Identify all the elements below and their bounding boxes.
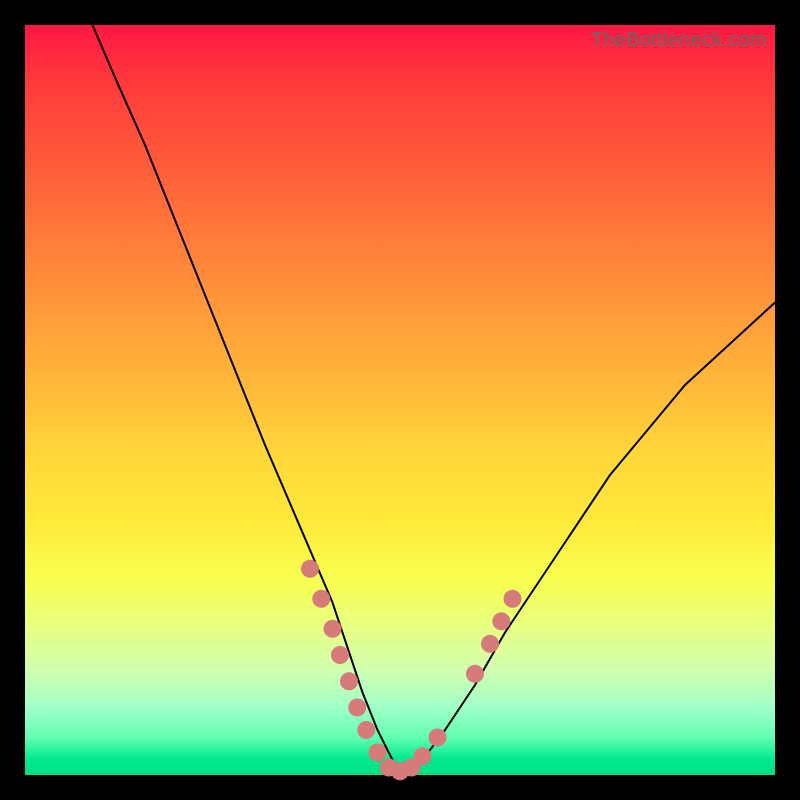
data-dot	[481, 635, 499, 653]
data-dot	[429, 729, 447, 747]
data-dot	[414, 747, 432, 765]
data-dot	[340, 672, 358, 690]
data-dot	[504, 590, 522, 608]
watermark-label: TheBottleneck.com	[591, 29, 767, 52]
data-dot	[312, 590, 330, 608]
data-dot	[324, 620, 342, 638]
data-dot	[357, 721, 375, 739]
data-dot	[331, 646, 349, 664]
plot-area: TheBottleneck.com	[25, 25, 775, 775]
data-dot	[301, 560, 319, 578]
data-dot	[348, 699, 366, 717]
data-dot	[369, 744, 387, 762]
data-dots-group	[301, 560, 522, 781]
data-dot	[492, 612, 510, 630]
bottleneck-curve	[93, 25, 776, 775]
chart-svg	[25, 25, 775, 775]
data-dot	[466, 665, 484, 683]
